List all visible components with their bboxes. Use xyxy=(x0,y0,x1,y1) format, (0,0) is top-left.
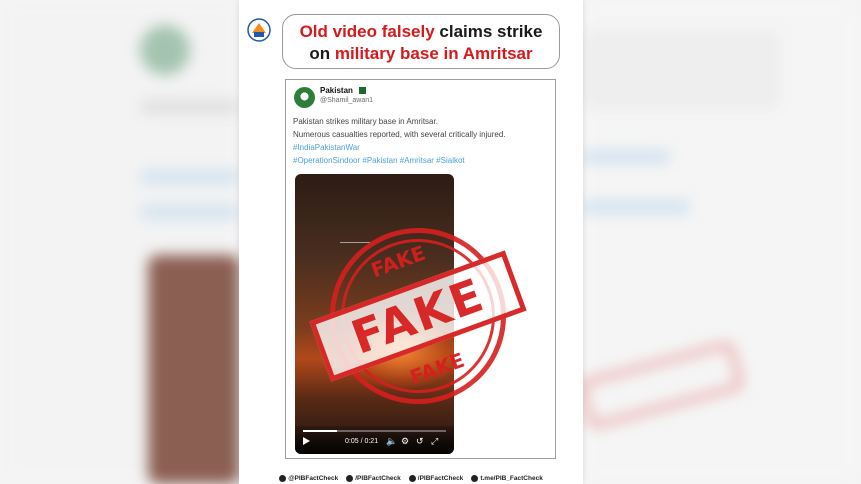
footer-item-threads[interactable]: /PIBFactCheck xyxy=(346,472,401,484)
hashtag-link[interactable]: #IndiaPakistanWar xyxy=(293,141,555,154)
tweet-author-name: Pakistan xyxy=(320,86,366,95)
headline-banner: Old video falsely claims strike on milit… xyxy=(282,14,560,69)
video-progress-bar[interactable] xyxy=(303,430,446,432)
tweet-author-handle: @Shamil_awan1 xyxy=(320,97,374,104)
headline-line-2: on military base in Amritsar xyxy=(283,43,559,65)
headline-line-1: Old video falsely claims strike xyxy=(283,21,559,43)
play-icon[interactable] xyxy=(303,437,310,445)
video-progress-fill xyxy=(303,430,338,432)
headline-black-text: claims strike xyxy=(434,22,543,41)
blurred-right-panel xyxy=(577,0,861,484)
settings-icon[interactable]: ⚙ xyxy=(401,436,409,446)
social-footer: @PIBFactCheck /PIBFactCheck /PIBFactChec… xyxy=(239,472,583,484)
video-controls: 0:05 / 0:21 🔈 ⚙ ↺ ⤢ xyxy=(295,426,454,454)
avatar xyxy=(294,87,315,108)
footer-handle: /PIBFactCheck xyxy=(355,474,401,482)
fullscreen-icon[interactable]: ⤢ xyxy=(431,436,438,446)
blurred-left-panel xyxy=(0,0,240,484)
headline-black-text: on xyxy=(309,44,335,63)
pakistan-flag-icon xyxy=(356,87,366,95)
x-icon xyxy=(279,474,287,482)
tweet-text-line: Pakistan strikes military base in Amrits… xyxy=(293,117,438,126)
author-name-text: Pakistan xyxy=(320,86,353,95)
pib-logo-icon xyxy=(247,18,271,42)
threads-icon xyxy=(346,474,354,482)
facebook-icon xyxy=(408,474,416,482)
hashtag-link[interactable]: #OperationSindoor #Pakistan #Amritsar #S… xyxy=(293,154,555,167)
video-time: 0:05 / 0:21 xyxy=(345,438,379,445)
tweet-text-line: Numerous casualties reported, with sever… xyxy=(293,130,506,139)
footer-handle: @PIBFactCheck xyxy=(288,474,339,482)
headline-red-text: military base in Amritsar xyxy=(334,44,533,63)
footer-item-facebook[interactable]: /PIBFactCheck xyxy=(408,472,464,484)
footer-handle: /PIBFactCheck xyxy=(417,474,464,482)
footer-item-x[interactable]: @PIBFactCheck xyxy=(279,472,338,484)
headline-red-text: Old video falsely xyxy=(299,22,435,41)
footer-handle: t.me/PIB_FactCheck xyxy=(480,474,543,482)
footer-item-telegram[interactable]: t.me/PIB_FactCheck xyxy=(471,472,543,484)
tweet-body: Pakistan strikes military base in Amrits… xyxy=(293,115,555,167)
replay-icon[interactable]: ↺ xyxy=(416,436,424,446)
volume-icon[interactable]: 🔈 xyxy=(386,436,397,446)
telegram-icon xyxy=(471,474,479,482)
